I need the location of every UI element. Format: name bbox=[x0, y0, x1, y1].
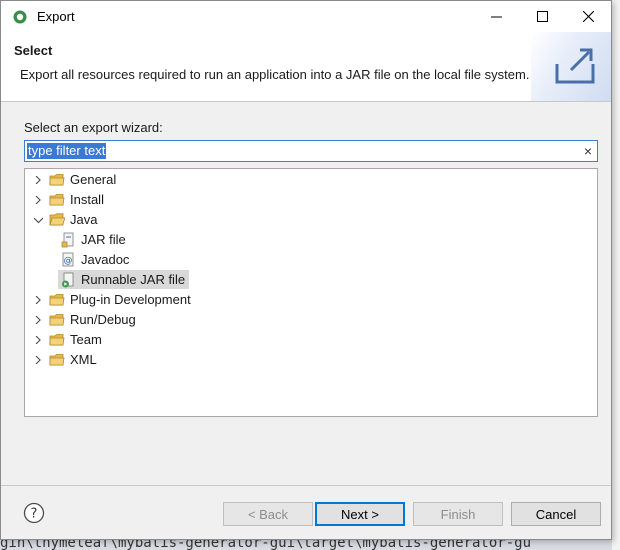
export-dialog: Export Select Export all resources requi… bbox=[0, 0, 612, 540]
tree-item-label: General bbox=[70, 172, 117, 187]
tree-item-label: Team bbox=[70, 332, 102, 347]
chevron-down-icon[interactable] bbox=[31, 213, 45, 227]
folder-icon bbox=[49, 312, 65, 328]
folder-icon bbox=[49, 172, 65, 188]
back-button[interactable]: < Back bbox=[223, 502, 313, 526]
finish-button[interactable]: Finish bbox=[413, 502, 503, 526]
wizard-banner: Select Export all resources required to … bbox=[1, 32, 611, 102]
clear-filter-icon[interactable]: × bbox=[584, 143, 592, 159]
tree-item-plug-in-development[interactable]: Plug-in Development bbox=[31, 290, 191, 309]
chevron-right-icon[interactable] bbox=[31, 333, 45, 347]
javadoc-icon: @ bbox=[60, 252, 76, 268]
tree-item-label: Runnable JAR file bbox=[81, 272, 186, 287]
help-button[interactable]: ? bbox=[23, 502, 45, 524]
tree-item-javadoc[interactable]: @ Javadoc bbox=[60, 250, 129, 269]
export-wizard-tree[interactable]: General Install Java JAR file @ Javadoc … bbox=[24, 168, 598, 417]
tree-item-label: Plug-in Development bbox=[70, 292, 191, 307]
window-title: Export bbox=[37, 9, 75, 24]
chevron-right-icon[interactable] bbox=[31, 353, 45, 367]
wizard-content: Select an export wizard: type filter tex… bbox=[1, 102, 611, 479]
close-icon bbox=[582, 11, 594, 22]
cancel-button[interactable]: Cancel bbox=[511, 502, 601, 526]
tree-item-label: JAR file bbox=[81, 232, 126, 247]
chevron-right-icon[interactable] bbox=[31, 173, 45, 187]
tree-item-general[interactable]: General bbox=[31, 170, 116, 189]
chevron-right-icon[interactable] bbox=[31, 293, 45, 307]
tree-item-xml[interactable]: XML bbox=[31, 350, 97, 369]
folder-open-icon bbox=[49, 212, 65, 228]
tree-item-label: Run/Debug bbox=[70, 312, 136, 327]
footer-separator bbox=[1, 485, 611, 486]
folder-icon bbox=[49, 352, 65, 368]
tree-item-jar-file[interactable]: JAR file bbox=[60, 230, 126, 249]
banner-description: Export all resources required to run an … bbox=[20, 67, 530, 82]
tree-item-team[interactable]: Team bbox=[31, 330, 102, 349]
tree-item-label: Java bbox=[70, 212, 98, 227]
minimize-button[interactable] bbox=[473, 1, 519, 32]
filter-input-selected-text[interactable]: type filter text bbox=[27, 143, 107, 159]
folder-icon bbox=[49, 292, 65, 308]
tree-item-label: Javadoc bbox=[81, 252, 130, 267]
next-button[interactable]: Next > bbox=[315, 502, 405, 526]
help-icon: ? bbox=[23, 502, 45, 524]
export-wizard-icon bbox=[555, 48, 595, 84]
jar-file-icon bbox=[60, 232, 76, 248]
chevron-right-icon[interactable] bbox=[31, 313, 45, 327]
maximize-button[interactable] bbox=[519, 1, 565, 32]
filter-field[interactable]: type filter text × bbox=[24, 140, 598, 162]
svg-text:@: @ bbox=[64, 256, 73, 266]
background-ide bbox=[612, 0, 620, 550]
tree-item-runnable-jar-file[interactable]: Runnable JAR file bbox=[58, 270, 190, 289]
tree-item-install[interactable]: Install bbox=[31, 190, 104, 209]
folder-icon bbox=[49, 332, 65, 348]
runnable-jar-icon bbox=[60, 272, 76, 288]
folder-icon bbox=[49, 192, 65, 208]
tree-item-java[interactable]: Java bbox=[31, 210, 97, 229]
maximize-icon bbox=[536, 11, 548, 22]
chevron-right-icon[interactable] bbox=[31, 193, 45, 207]
tree-item-label: Install bbox=[70, 192, 104, 207]
minimize-icon bbox=[490, 16, 502, 18]
close-button[interactable] bbox=[565, 1, 611, 32]
eclipse-export-icon bbox=[13, 10, 27, 23]
banner-title: Select bbox=[14, 43, 53, 58]
export-wizard-label: Select an export wizard: bbox=[24, 120, 163, 135]
tree-item-label: XML bbox=[70, 352, 97, 367]
tree-item-run-debug[interactable]: Run/Debug bbox=[31, 310, 136, 329]
title-bar[interactable]: Export bbox=[1, 1, 611, 32]
svg-text:?: ? bbox=[31, 507, 38, 522]
